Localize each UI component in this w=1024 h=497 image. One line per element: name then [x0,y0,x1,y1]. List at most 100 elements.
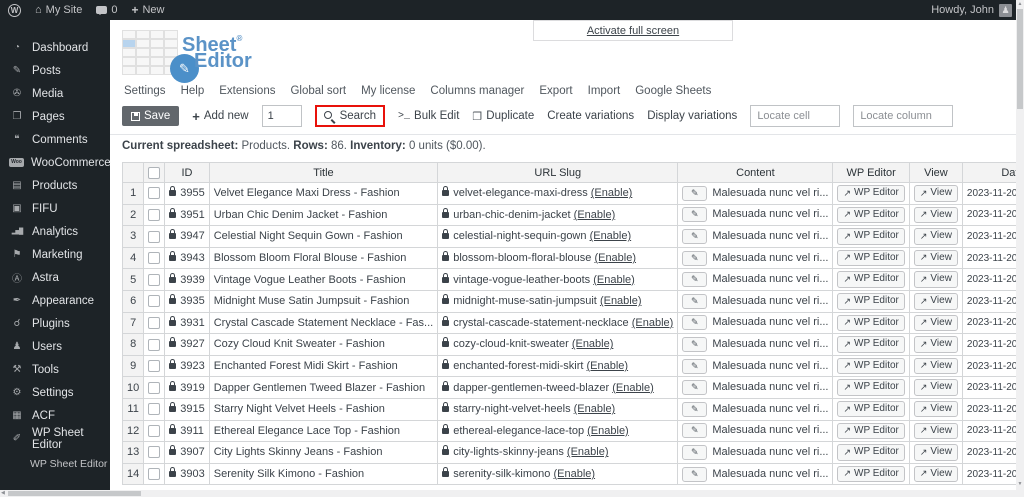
slug-cell[interactable]: city-lights-skinny-jeans (Enable) [437,441,679,464]
wp-editor-button[interactable]: ↗ WP Editor [837,336,905,353]
row-checkbox[interactable] [148,446,161,459]
title-cell[interactable]: Celestial Night Sequin Gown - Fashion [208,225,439,248]
row-checkbox-cell[interactable] [143,203,166,227]
slug-cell[interactable]: midnight-muse-satin-jumpsuit (Enable) [437,289,679,313]
slug-cell[interactable]: crystal-cascade-statement-necklace (Enab… [437,311,679,335]
content-cell[interactable]: ✎ Malesuada nunc vel ri... [677,182,834,205]
row-number-cell[interactable]: 14 [121,462,145,486]
content-cell[interactable]: ✎ Malesuada nunc vel ri... [677,311,834,335]
slug-cell[interactable]: serenity-silk-kimono (Enable) [437,462,679,486]
title-cell[interactable]: Midnight Muse Satin Jumpsuit - Fashion [208,289,439,313]
id-cell[interactable]: 3951 [164,203,210,227]
menu-tab[interactable]: Google Sheets [635,85,711,97]
slug-cell[interactable]: urban-chic-denim-jacket (Enable) [437,203,679,227]
wp-editor-button[interactable]: ↗ WP Editor [837,271,905,288]
row-checkbox[interactable] [148,316,161,329]
sidebar-item-users[interactable]: ♟ Users [0,335,110,358]
row-checkbox-cell[interactable] [143,182,166,205]
date-cell[interactable]: 2023-11-20 14:04:30 [961,246,1024,270]
view-button[interactable]: ↗ View [913,185,958,202]
edit-content-button[interactable]: ✎ [682,250,708,266]
date-cell[interactable]: 2023-11-20 14:04:06 [961,397,1024,421]
row-checkbox-cell[interactable] [143,311,166,335]
menu-tab[interactable]: My license [361,85,415,97]
menu-tab[interactable]: Extensions [219,85,275,97]
date-cell[interactable]: 2023-11-20 14:04:34 [961,182,1024,205]
row-checkbox[interactable] [148,187,161,200]
sidebar-item-comments[interactable]: ❝ Comments [0,128,110,151]
edit-content-button[interactable]: ✎ [682,466,708,482]
wp-editor-button[interactable]: ↗ WP Editor [837,185,905,202]
view-button[interactable]: ↗ View [913,206,958,224]
row-checkbox[interactable] [148,295,161,308]
sidebar-item-media[interactable]: ✇ Media [0,82,110,105]
avatar[interactable]: ♟ [999,3,1012,17]
new-menu[interactable]: + New [131,3,164,17]
enable-link[interactable]: (Enable) [567,446,609,458]
slug-cell[interactable]: velvet-elegance-maxi-dress (Enable) [437,182,679,205]
sidebar-item-marketing[interactable]: ⚑ Marketing [0,243,110,266]
scroll-left-arrow[interactable]: ◀ [1,490,5,497]
date-cell[interactable]: 2023-11-20 14:04:25 [961,311,1024,335]
save-button[interactable]: Save [122,106,180,126]
enable-link[interactable]: (Enable) [593,274,635,286]
wp-editor-button[interactable]: ↗ WP Editor [837,444,905,461]
content-cell[interactable]: ✎ Malesuada nunc vel ri... [677,397,834,421]
sidebar-item-settings[interactable]: ⚙ Settings [0,381,110,404]
row-checkbox[interactable] [148,273,161,286]
id-cell[interactable]: 3947 [164,225,210,248]
slug-cell[interactable]: cozy-cloud-knit-sweater (Enable) [437,333,679,356]
content-cell[interactable]: ✎ Malesuada nunc vel ri... [677,441,834,464]
bulk-edit-button[interactable]: >_ Bulk Edit [398,110,459,122]
row-checkbox[interactable] [148,208,161,221]
wordpress-menu[interactable]: W [8,3,21,17]
row-checkbox-cell[interactable] [143,462,166,486]
sidebar-item-wp-sheet-editor[interactable]: ✐ WP Sheet Editor [0,427,110,451]
edit-content-button[interactable]: ✎ [682,423,708,439]
menu-tab[interactable]: Settings [124,85,166,97]
row-checkbox-cell[interactable] [143,289,166,313]
search-button-highlight[interactable]: Search [314,105,386,127]
title-cell[interactable]: Enchanted Forest Midi Skirt - Fashion [208,354,439,378]
row-checkbox[interactable] [148,381,161,394]
menu-tab[interactable]: Export [539,85,572,97]
row-checkbox-cell[interactable] [143,225,166,248]
view-button[interactable]: ↗ View [913,400,958,418]
menu-tab[interactable]: Help [181,85,205,97]
slug-cell[interactable]: blossom-bloom-floral-blouse (Enable) [437,246,679,270]
date-cell[interactable]: 2023-11-20 14:04:22 [961,354,1024,378]
my-site-menu[interactable]: ⌂ My Site [35,4,82,16]
title-cell[interactable]: City Lights Skinny Jeans - Fashion [208,441,439,464]
view-button[interactable]: ↗ View [913,465,958,483]
row-number-cell[interactable]: 13 [121,441,145,464]
content-cell[interactable]: ✎ Malesuada nunc vel ri... [677,268,834,291]
date-cell[interactable]: 2023-11-20 14:04:28 [961,268,1024,291]
sidebar-item-astra[interactable]: Ⓐ Astra [0,266,110,289]
content-cell[interactable]: ✎ Malesuada nunc vel ri... [677,225,834,248]
slug-cell[interactable]: enchanted-forest-midi-skirt (Enable) [437,354,679,378]
content-cell[interactable]: ✎ Malesuada nunc vel ri... [677,289,834,313]
content-cell[interactable]: ✎ Malesuada nunc vel ri... [677,333,834,356]
row-number-cell[interactable]: 10 [121,376,145,399]
row-number-cell[interactable]: 7 [121,311,145,335]
title-cell[interactable]: Starry Night Velvet Heels - Fashion [208,397,439,421]
wp-editor-button[interactable]: ↗ WP Editor [837,249,905,267]
enable-link[interactable]: (Enable) [574,403,616,415]
column-header-content[interactable]: Content [677,162,834,183]
howdy-menu[interactable]: Howdy, John [931,4,994,16]
vertical-scrollbar[interactable]: ▲ ▼ [1016,0,1024,490]
enable-link[interactable]: (Enable) [586,360,628,372]
edit-content-button[interactable]: ✎ [682,401,708,417]
edit-content-button[interactable]: ✎ [682,185,708,201]
wp-editor-button[interactable]: ↗ WP Editor [837,314,905,332]
row-number-cell[interactable]: 8 [121,333,145,356]
scroll-down-arrow[interactable]: ▼ [1017,481,1023,487]
locate-column-input[interactable] [853,105,954,127]
sidebar-item-woocommerce[interactable]: Woo WooCommerce [0,151,111,174]
id-cell[interactable]: 3939 [164,268,210,291]
enable-link[interactable]: (Enable) [600,295,642,307]
row-number-cell[interactable]: 5 [121,268,145,291]
sidebar-subitem-wp-sheet-editor[interactable]: WP Sheet Editor [0,450,110,470]
date-cell[interactable]: 2023-11-20 14:04:23 [961,333,1024,356]
title-cell[interactable]: Dapper Gentlemen Tweed Blazer - Fashion [208,376,439,399]
